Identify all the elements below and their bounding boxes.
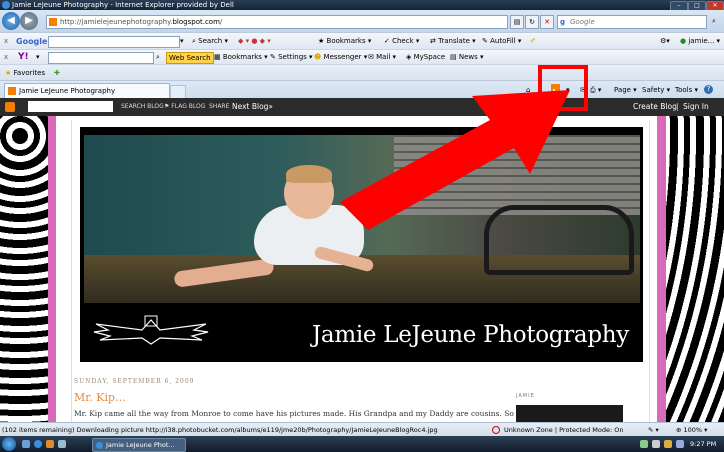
favorites-button[interactable]: ★ Favorites: [5, 65, 45, 81]
blog-search-input[interactable]: [28, 101, 113, 112]
search-placeholder: Google: [570, 18, 595, 26]
page-menu[interactable]: Page ▾: [614, 81, 637, 99]
yahoo-web-search-button[interactable]: Web Search: [166, 52, 214, 64]
address-input[interactable]: http://jamielejeunephotography.blogspot.…: [46, 15, 508, 29]
yahoo-messenger-button[interactable]: ☻ Messenger ▾: [314, 50, 367, 65]
google-toolbar-close[interactable]: x: [4, 33, 8, 50]
address-url: http://jamielejeunephotography.blogspot.…: [60, 18, 223, 26]
yahoo-toolbar-close[interactable]: x: [4, 50, 8, 65]
post-body: Mr. Kip came all the way from Monroe to …: [74, 409, 529, 418]
google-search-icon: g: [560, 18, 566, 26]
sidebar-profile-image: [516, 405, 623, 422]
create-blog-link[interactable]: Create Blog: [633, 98, 677, 116]
stop-icon[interactable]: ✕: [540, 15, 554, 29]
blogger-logo-icon[interactable]: [5, 102, 15, 112]
yahoo-logo: Y!: [18, 52, 29, 62]
ie-logo-icon: [2, 1, 10, 9]
google-tools-icons[interactable]: ◆ ▾ ● ◆ ▾: [238, 33, 271, 50]
yahoo-toolbar: x Y! ▾ ⌕ Web Search ▦ Bookmarks ▾ ✎ Sett…: [0, 49, 724, 65]
search-magnifier-icon[interactable]: ⌕: [708, 15, 720, 27]
taskbar-item-ie[interactable]: Jamie LeJeune Phot...: [92, 438, 186, 452]
zoom-level[interactable]: ⊕ 100% ▾: [676, 423, 707, 437]
winged-crest-logo-icon: [93, 315, 209, 345]
next-blog-link[interactable]: Next Blog»: [232, 98, 273, 116]
google-highlight-icon[interactable]: ✐: [530, 33, 536, 50]
security-zone[interactable]: Unknown Zone | Protected Mode: On: [504, 423, 624, 437]
refresh-icon[interactable]: ↻: [525, 15, 539, 29]
search-input[interactable]: g Google: [557, 15, 707, 29]
taskbar: Jamie LeJeune Phot... 9:27 PM: [0, 436, 724, 452]
quicklaunch-switch-icon[interactable]: [58, 440, 66, 448]
protected-mode-icon: [492, 426, 500, 434]
yahoo-news-button[interactable]: ▤ News ▾: [450, 50, 484, 65]
google-check-button[interactable]: ✓ Check ▾: [384, 33, 419, 50]
yahoo-logo-dropdown[interactable]: ▾: [36, 50, 40, 65]
taskbar-clock[interactable]: 9:27 PM: [690, 436, 716, 452]
blog-title: Jamie LeJeune Photography: [312, 322, 629, 348]
tray-network-icon[interactable]: [640, 440, 648, 448]
tab-jamie-lejeune[interactable]: Jamie LeJeune Photography: [4, 83, 170, 98]
new-tab-button[interactable]: [170, 85, 186, 99]
blogger-favicon-icon: [49, 18, 57, 26]
quicklaunch-ie-icon[interactable]: [34, 440, 42, 448]
google-search-button[interactable]: ⌕ Search ▾: [192, 33, 228, 50]
yahoo-settings-button[interactable]: ✎ Settings ▾: [270, 50, 313, 65]
baby-hair: [286, 165, 332, 183]
sidebar-label: JAMIE: [516, 393, 535, 399]
quicklaunch-desktop-icon[interactable]: [22, 440, 30, 448]
google-bookmarks-button[interactable]: ★ Bookmarks ▾: [318, 33, 371, 50]
add-favorite-icon[interactable]: ✚: [54, 65, 60, 81]
post-title[interactable]: Mr. Kip...: [74, 391, 126, 404]
help-icon[interactable]: ?: [704, 85, 713, 94]
taskbar-ie-icon: [96, 441, 103, 449]
tray-security-icon[interactable]: [664, 440, 672, 448]
tray-volume-icon[interactable]: [652, 440, 660, 448]
yahoo-search-magnifier-icon[interactable]: ⌕: [156, 50, 160, 65]
address-row: ◀ ▶ http://jamielejeunephotography.blogs…: [0, 10, 724, 32]
google-logo: Google: [16, 37, 48, 46]
red-arrow-annotation: [340, 90, 570, 230]
yahoo-mail-button[interactable]: ✉ Mail ▾: [368, 50, 396, 65]
google-user-button[interactable]: ● jamie... ▾: [680, 33, 720, 50]
share-button[interactable]: SHARE: [209, 98, 229, 116]
yahoo-search-field[interactable]: [48, 52, 154, 64]
google-search-field[interactable]: [48, 36, 180, 48]
print-icon[interactable]: ⎙ ▾: [590, 81, 601, 99]
tab-favicon-icon: [8, 87, 16, 95]
google-search-dropdown[interactable]: ▾: [180, 33, 184, 50]
favorites-bar: ★ Favorites ✚: [0, 64, 724, 81]
status-bar: (102 items remaining) Downloading pictur…: [0, 422, 724, 437]
navbar-separator: |: [676, 102, 679, 111]
flag-blog-button[interactable]: ⚑ FLAG BLOG: [164, 98, 205, 116]
tray-app-icon[interactable]: [676, 440, 684, 448]
popup-icon[interactable]: ✎ ▾: [648, 423, 659, 437]
google-autofill-button[interactable]: ✎ AutoFill ▾: [482, 33, 521, 50]
quicklaunch-media-icon[interactable]: [46, 440, 54, 448]
date-header: SUNDAY, SEPTEMBER 6, 2009: [74, 378, 195, 385]
search-blog-button[interactable]: SEARCH BLOG: [121, 98, 164, 116]
sign-in-link[interactable]: Sign In: [683, 98, 709, 116]
window-title-bar: Jamie LeJeune Photography - Internet Exp…: [0, 0, 724, 11]
google-translate-button[interactable]: ⇄ Translate ▾: [430, 33, 476, 50]
favorites-star-icon: ★: [5, 69, 12, 77]
tools-menu[interactable]: Tools ▾: [675, 81, 698, 99]
window-title: Jamie LeJeune Photography - Internet Exp…: [12, 1, 234, 9]
start-button[interactable]: [2, 437, 16, 451]
safety-menu[interactable]: Safety ▾: [642, 81, 670, 99]
back-button[interactable]: ◀: [2, 12, 20, 30]
google-settings-icon[interactable]: ⚙▾: [660, 33, 670, 50]
yahoo-myspace-button[interactable]: ◈ MySpace: [406, 50, 445, 65]
compat-view-icon[interactable]: ▤: [510, 15, 524, 29]
red-highlight-box: [538, 65, 588, 111]
status-message: (102 items remaining) Downloading pictur…: [2, 426, 438, 434]
yahoo-bookmarks-button[interactable]: ▦ Bookmarks ▾: [214, 50, 268, 65]
forward-button[interactable]: ▶: [20, 12, 38, 30]
google-toolbar: x Google ▾ ⌕ Search ▾ ◆ ▾ ● ◆ ▾ ★ Bookma…: [0, 32, 724, 50]
